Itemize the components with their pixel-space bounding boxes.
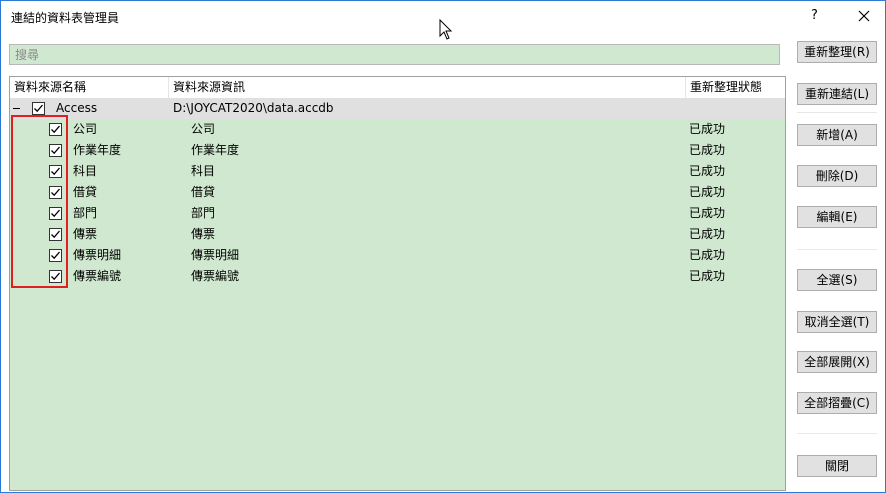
table-row[interactable]: 公司 公司 已成功 — [10, 119, 785, 140]
edit-button[interactable]: 編輯(E) — [797, 206, 877, 228]
source-info: 傳票明細 — [191, 248, 240, 262]
deselect-all-button[interactable]: 取消全選(T) — [797, 311, 877, 333]
checkbox[interactable] — [49, 186, 62, 199]
refresh-status: 已成功 — [689, 164, 726, 178]
search-input[interactable] — [10, 45, 779, 64]
source-name: 公司 — [73, 122, 98, 136]
table-row[interactable]: 部門 部門 已成功 — [10, 203, 785, 224]
table-row[interactable]: 傳票編號 傳票編號 已成功 — [10, 266, 785, 287]
source-info: 傳票編號 — [191, 269, 240, 283]
source-info: 部門 — [191, 206, 216, 220]
tree-parent-row[interactable]: Access D:\JOYCAT2020\data.accdb — [10, 98, 785, 119]
close-button[interactable]: 關閉 — [797, 455, 877, 477]
search-box[interactable] — [9, 44, 780, 65]
source-name: 作業年度 — [73, 143, 122, 157]
checkbox[interactable] — [49, 165, 62, 178]
refresh-status: 已成功 — [689, 227, 726, 241]
refresh-status: 已成功 — [689, 269, 726, 283]
checkbox[interactable] — [49, 144, 62, 157]
source-name: 傳票編號 — [73, 269, 122, 283]
list-header: 資料來源名稱 資料來源資訊 重新整理狀態 — [10, 77, 785, 99]
select-all-button[interactable]: 全選(S) — [797, 269, 877, 291]
refresh-status: 已成功 — [689, 143, 726, 157]
refresh-status: 已成功 — [689, 122, 726, 136]
linked-table-manager-dialog: 連結的資料表管理員 ? 資料來源名稱 資料來源資訊 重新整理狀態 Access D… — [0, 0, 886, 493]
source-name: 科目 — [73, 164, 98, 178]
source-info: 科目 — [191, 164, 216, 178]
checkbox[interactable] — [49, 270, 62, 283]
checkbox[interactable] — [49, 123, 62, 136]
column-header-source-info[interactable]: 資料來源資訊 — [169, 77, 685, 98]
button-divider — [797, 433, 877, 434]
source-name: 借貸 — [73, 185, 98, 199]
source-name: 部門 — [73, 206, 98, 220]
source-name: 傳票明細 — [73, 248, 122, 262]
expand-all-button[interactable]: 全部展開(X) — [797, 351, 877, 373]
delete-button[interactable]: 刪除(D) — [797, 165, 877, 187]
column-header-refresh-status[interactable]: 重新整理狀態 — [686, 77, 785, 98]
help-button[interactable]: ? — [811, 8, 818, 23]
checkbox[interactable] — [49, 249, 62, 262]
source-info: 公司 — [191, 122, 216, 136]
table-row[interactable]: 傳票 傳票 已成功 — [10, 224, 785, 245]
button-divider — [797, 249, 877, 250]
button-divider — [797, 112, 877, 113]
checkbox[interactable] — [49, 207, 62, 220]
mouse-pointer-icon — [439, 18, 453, 44]
source-info: 傳票 — [191, 227, 216, 241]
source-name: 傳票 — [73, 227, 98, 241]
source-info: 借貸 — [191, 185, 216, 199]
source-info: D:\JOYCAT2020\data.accdb — [173, 101, 334, 115]
relink-button[interactable]: 重新連結(L) — [797, 83, 877, 105]
add-button[interactable]: 新增(A) — [797, 124, 877, 146]
refresh-status: 已成功 — [689, 185, 726, 199]
window-title: 連結的資料表管理員 — [11, 11, 120, 25]
column-header-source-name[interactable]: 資料來源名稱 — [10, 77, 168, 98]
source-info: 作業年度 — [191, 143, 240, 157]
table-row[interactable]: 借貸 借貸 已成功 — [10, 182, 785, 203]
collapse-all-button[interactable]: 全部摺疊(C) — [797, 392, 877, 414]
collapse-icon[interactable] — [13, 108, 20, 109]
table-row[interactable]: 作業年度 作業年度 已成功 — [10, 140, 785, 161]
table-row[interactable]: 傳票明細 傳票明細 已成功 — [10, 245, 785, 266]
checkbox[interactable] — [49, 228, 62, 241]
refresh-status: 已成功 — [689, 248, 726, 262]
refresh-status: 已成功 — [689, 206, 726, 220]
linked-table-list[interactable]: 資料來源名稱 資料來源資訊 重新整理狀態 Access D:\JOYCAT2020… — [9, 76, 786, 491]
checkbox[interactable] — [32, 102, 45, 115]
table-row[interactable]: 科目 科目 已成功 — [10, 161, 785, 182]
close-icon[interactable] — [853, 5, 875, 27]
refresh-button[interactable]: 重新整理(R) — [797, 41, 877, 63]
source-name: Access — [56, 101, 98, 115]
